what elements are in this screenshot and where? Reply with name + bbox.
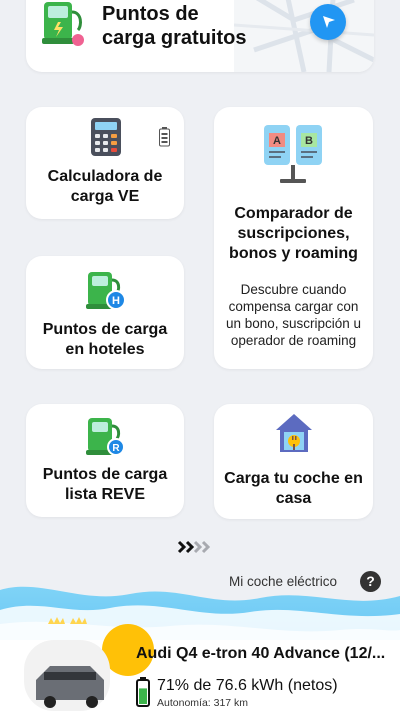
calculator-icon [91,118,121,156]
home-charging-icon [276,414,312,452]
reve-charging-card[interactable]: R Puntos de carga lista REVE [26,404,184,517]
free-charging-points-card[interactable]: Puntos de carga gratuitos [26,0,374,72]
hotel-charging-icon: H [86,272,126,310]
calculator-card[interactable]: Calculadora de carga VE [26,107,184,219]
battery-icon [136,677,150,707]
battery-small-icon [159,127,170,147]
map-background [234,0,374,72]
hotel-charging-title: Puntos de carga en hoteles [42,321,168,358]
navigation-arrow-icon [323,16,335,28]
svg-text:R: R [112,443,120,454]
svg-text:H: H [112,295,120,307]
help-button[interactable]: ? [360,571,381,592]
comparator-card[interactable]: A B Comparador de suscripciones, bonos y… [214,107,373,369]
autonomy-status: Autonomía: 317 km [157,697,249,709]
battery-status: 71% de 76.6 kWh (netos) [157,677,338,694]
home-charging-card[interactable]: Carga tu coche en casa [214,404,373,519]
comparator-description: Descubre cuando compensa cargar con un b… [225,282,362,348]
reve-charging-icon: R [86,418,125,456]
comparator-title: Comparador de suscripciones, bonos y roa… [229,205,358,262]
compare-icon: A B [264,125,322,183]
free-charging-title: Puntos de carga gratuitos [102,3,247,49]
vehicle-name[interactable]: Audi Q4 e-tron 40 Advance (12/... [136,645,385,663]
svg-text:B: B [305,135,313,147]
chevrons-right-icon[interactable] [177,539,213,555]
my-electric-car-link[interactable]: Mi coche eléctrico [229,574,337,589]
calculator-title: Calculadora de carga VE [47,168,163,205]
home-charging-title: Carga tu coche en casa [224,470,363,507]
navigation-button[interactable] [310,4,346,40]
reve-charging-title: Puntos de carga lista REVE [42,466,168,503]
charging-station-icon [42,2,84,46]
hotel-charging-card[interactable]: H Puntos de carga en hoteles [26,256,184,369]
svg-text:A: A [273,135,281,147]
